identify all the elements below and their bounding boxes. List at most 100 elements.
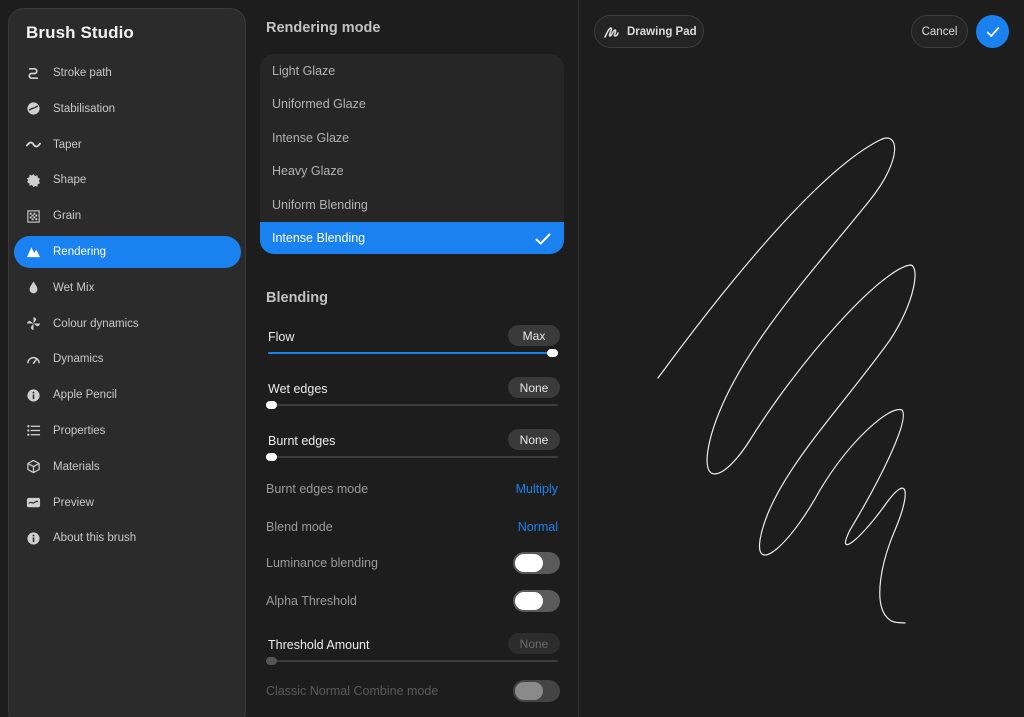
alpha-threshold-label: Alpha Threshold — [266, 594, 357, 608]
drawing-pad-label: Drawing Pad — [627, 25, 697, 38]
wet-mix-icon — [25, 280, 41, 296]
materials-icon — [25, 459, 41, 475]
sidebar-item-label: Dynamics — [53, 353, 104, 366]
checkmark-icon — [986, 26, 999, 37]
taper-icon — [25, 137, 41, 153]
sidebar-item-label: Materials — [53, 460, 100, 473]
drawing-pad-button[interactable]: Drawing Pad — [594, 15, 704, 48]
sidebar-item-about-this-brush[interactable]: About this brush — [14, 522, 241, 554]
rendering-icon — [25, 244, 41, 260]
shape-icon — [25, 172, 41, 188]
properties-icon — [25, 423, 41, 439]
sidebar-item-stroke-path[interactable]: Stroke path — [14, 57, 241, 89]
rendering-mode-title: Rendering mode — [266, 20, 381, 36]
dynamics-icon — [25, 351, 41, 367]
rendering-mode-option[interactable]: Uniform Blending — [260, 188, 564, 222]
flow-fill — [268, 352, 558, 354]
flow-track[interactable] — [268, 349, 558, 357]
sidebar-item-label: Stroke path — [53, 67, 112, 79]
brush-stroke — [657, 137, 916, 624]
burnt-edges-mode-label: Burnt edges mode — [266, 482, 369, 496]
sidebar-item-dynamics[interactable]: Dynamics — [14, 343, 241, 375]
sidebar-item-label: Properties — [53, 424, 106, 437]
blending-title: Blending — [266, 290, 329, 306]
sidebar-item-colour-dynamics[interactable]: Colour dynamics — [14, 308, 241, 340]
threshold-amount-track[interactable] — [266, 657, 558, 665]
info-icon — [25, 530, 41, 546]
rendering-mode-option[interactable]: Intense Glaze — [260, 121, 564, 155]
wet-edges-slider[interactable]: Wet edges None — [266, 377, 560, 422]
burnt-edges-slider[interactable]: Burnt edges None — [266, 429, 560, 474]
scribble-icon — [604, 26, 619, 38]
burnt-edges-thumb[interactable] — [266, 453, 277, 461]
sidebar-item-grain[interactable]: Grain — [14, 200, 241, 232]
sidebar-item-label: Shape — [53, 174, 87, 187]
sidebar-item-stabilisation[interactable]: Stabilisation — [14, 93, 241, 125]
burnt-edges-value: None — [508, 429, 560, 450]
burnt-edges-mode-value[interactable]: Multiply — [516, 482, 558, 496]
panel-divider — [578, 0, 579, 717]
sidebar-item-label: Taper — [53, 138, 82, 151]
sidebar-item-preview[interactable]: Preview — [14, 487, 241, 519]
luminance-blending-label: Luminance blending — [266, 556, 378, 570]
sidebar-item-label: Wet Mix — [53, 281, 95, 294]
burnt-edges-label: Burnt edges — [268, 434, 336, 448]
sidebar-item-label: Stabilisation — [53, 102, 116, 115]
threshold-amount-label: Threshold Amount — [268, 638, 370, 652]
threshold-amount-thumb[interactable] — [266, 657, 277, 665]
stroke-path-icon — [25, 65, 41, 81]
flow-value: Max — [508, 325, 560, 346]
sidebar-item-label: Preview — [53, 496, 94, 509]
classic-normal-combine-label: Classic Normal Combine mode — [266, 684, 439, 698]
sidebar-item-apple-pencil[interactable]: Apple Pencil — [14, 379, 241, 411]
classic-normal-combine-row: Classic Normal Combine mode — [266, 680, 560, 704]
grain-icon — [25, 208, 41, 224]
sidebar-item-rendering[interactable]: Rendering — [14, 235, 241, 268]
blend-mode-label: Blend mode — [266, 520, 333, 534]
colour-dynamics-icon — [25, 316, 41, 332]
sidebar-item-taper[interactable]: Taper — [14, 129, 241, 161]
threshold-amount-slider[interactable]: Threshold Amount None — [266, 633, 560, 678]
burnt-edges-track[interactable] — [266, 453, 558, 461]
sidebar-item-label: Colour dynamics — [53, 317, 139, 330]
sidebar-item-label: Apple Pencil — [53, 389, 117, 402]
rendering-mode-list: Light Glaze Uniformed Glaze Intense Glaz… — [260, 54, 564, 254]
blend-mode-value[interactable]: Normal — [518, 520, 558, 534]
done-button[interactable] — [976, 15, 1009, 48]
rendering-mode-option[interactable]: Light Glaze — [260, 54, 564, 88]
flow-slider[interactable]: Flow Max — [268, 325, 560, 370]
luminance-blending-toggle[interactable] — [513, 552, 560, 574]
sidebar-item-properties[interactable]: Properties — [14, 415, 241, 447]
rendering-mode-option[interactable]: Uniformed Glaze — [260, 88, 564, 122]
wet-edges-label: Wet edges — [268, 382, 328, 396]
sidebar-item-label: About this brush — [53, 532, 137, 545]
sidebar-item-wet-mix[interactable]: Wet Mix — [14, 272, 241, 304]
sidebar-item-materials[interactable]: Materials — [14, 451, 241, 483]
classic-normal-combine-toggle[interactable] — [513, 680, 560, 702]
luminance-blending-row: Luminance blending — [266, 552, 560, 576]
drawing-canvas[interactable] — [580, 60, 1024, 717]
cancel-button[interactable]: Cancel — [911, 15, 968, 48]
sidebar-item-label: Grain — [53, 210, 82, 223]
alpha-threshold-toggle[interactable] — [513, 590, 560, 612]
checkmark-icon — [535, 233, 551, 244]
burnt-edges-mode-row[interactable]: Burnt edges mode Multiply — [266, 478, 560, 502]
alpha-threshold-row: Alpha Threshold — [266, 590, 560, 614]
app-title: Brush Studio — [26, 23, 134, 42]
sidebar: Brush Studio Stroke path Stabilisation T… — [8, 8, 246, 717]
apple-pencil-icon — [25, 387, 41, 403]
rendering-mode-option[interactable]: Heavy Glaze — [260, 155, 564, 189]
flow-thumb[interactable] — [547, 349, 558, 357]
stabilisation-icon — [25, 101, 41, 117]
settings-panel: Rendering mode Light Glaze Uniformed Gla… — [256, 0, 570, 717]
rendering-mode-option-label: Intense Blending — [272, 231, 366, 246]
sidebar-item-shape[interactable]: Shape — [14, 164, 241, 196]
blend-mode-row[interactable]: Blend mode Normal — [266, 516, 560, 540]
sidebar-nav: Stroke path Stabilisation Taper Shape Gr… — [14, 57, 241, 558]
wet-edges-thumb[interactable] — [266, 401, 277, 409]
rendering-mode-option-selected[interactable]: Intense Blending — [260, 221, 564, 254]
wet-edges-track[interactable] — [266, 401, 558, 409]
preview-icon — [25, 495, 41, 511]
sidebar-item-label: Rendering — [53, 245, 107, 258]
flow-label: Flow — [268, 330, 295, 344]
